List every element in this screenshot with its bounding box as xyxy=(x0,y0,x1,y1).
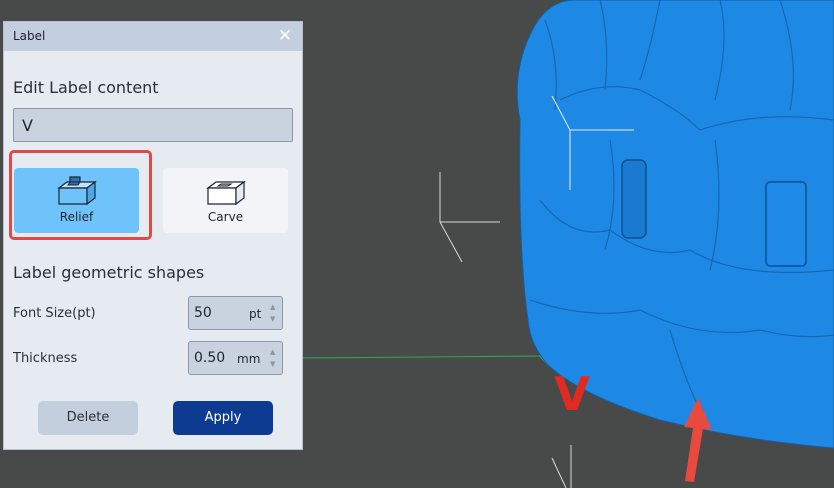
close-icon[interactable]: ✕ xyxy=(276,27,294,45)
label-dialog: Label ✕ Edit Label content Relief Carve … xyxy=(3,21,303,450)
geometry-heading: Label geometric shapes xyxy=(13,263,205,282)
axis-gizmo-bottom xyxy=(551,445,572,488)
axis-gizmo-left xyxy=(439,172,500,263)
font-size-label: Font Size(pt) xyxy=(13,306,96,321)
thickness-label: Thickness xyxy=(13,351,78,366)
stepper-down-icon[interactable]: ▼ xyxy=(270,360,279,368)
stepper-up-icon[interactable]: ▲ xyxy=(270,303,279,311)
carve-button[interactable]: Carve xyxy=(163,168,288,233)
delete-button[interactable]: Delete xyxy=(38,401,138,435)
thickness-unit: mm xyxy=(237,352,261,366)
embossed-v-text: V xyxy=(554,367,590,421)
relief-label: Relief xyxy=(59,210,94,224)
font-size-stepper[interactable]: 50 pt ▲ ▼ xyxy=(188,296,283,330)
font-size-unit: pt xyxy=(249,307,262,321)
dialog-header: Label ✕ xyxy=(4,22,302,51)
stepper-down-icon[interactable]: ▼ xyxy=(270,315,279,323)
carve-box-icon xyxy=(206,180,246,206)
apply-button[interactable]: Apply xyxy=(173,401,273,435)
font-size-value[interactable]: 50 xyxy=(194,305,212,321)
thickness-stepper[interactable]: 0.50 mm ▲ ▼ xyxy=(188,341,283,375)
label-content-input[interactable] xyxy=(13,108,293,142)
relief-button[interactable]: Relief xyxy=(14,168,139,233)
embossed-block-right xyxy=(765,181,807,267)
content-heading: Edit Label content xyxy=(13,78,159,97)
stepper-up-icon[interactable]: ▲ xyxy=(270,348,279,356)
embossed-block-left xyxy=(621,159,647,239)
carve-label: Carve xyxy=(207,210,244,224)
thickness-value[interactable]: 0.50 xyxy=(194,350,225,366)
relief-box-icon xyxy=(57,176,97,206)
bed-boundary-line xyxy=(299,355,541,359)
dialog-title: Label xyxy=(13,29,46,43)
